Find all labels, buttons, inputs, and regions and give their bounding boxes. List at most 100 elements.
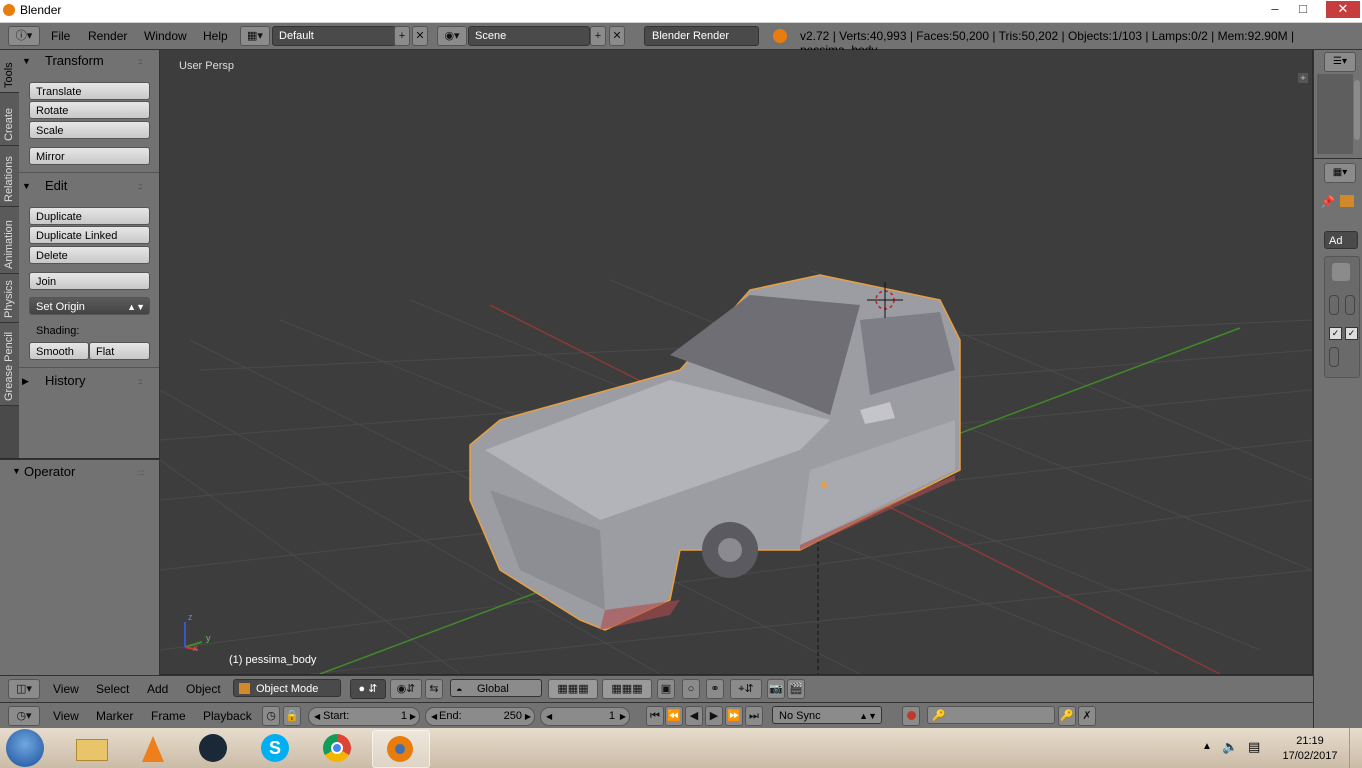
skype-icon[interactable]: S xyxy=(248,730,304,766)
tab-tools[interactable]: Tools xyxy=(0,50,19,93)
decrement-icon[interactable]: ◀ xyxy=(314,708,320,725)
screen-layout-icon[interactable]: ▦▾ xyxy=(240,26,270,46)
chrome-icon[interactable] xyxy=(310,730,366,766)
manipulator-icon[interactable]: ⇆ xyxy=(425,679,443,699)
preview-range-icon[interactable]: ◷ xyxy=(262,706,280,726)
pin-icon[interactable]: 📌 xyxy=(1320,195,1335,209)
edit-panel-title[interactable]: Edit xyxy=(45,178,67,193)
system-clock[interactable]: 21:19 17/02/2017 xyxy=(1280,734,1340,764)
render-engine-dropdown[interactable]: Blender Render xyxy=(644,26,759,46)
menu-view[interactable]: View xyxy=(53,682,79,696)
menu-window[interactable]: Window xyxy=(144,29,187,43)
menu-add[interactable]: Add xyxy=(147,682,168,696)
menu-frame[interactable]: Frame xyxy=(151,709,186,723)
play-reverse-icon[interactable]: ◀ xyxy=(685,706,703,726)
region-toggle-icon[interactable]: + xyxy=(1298,73,1308,83)
rotate-button[interactable]: Rotate xyxy=(29,101,150,119)
snap-element-icon[interactable]: ⌖⇵ xyxy=(730,679,762,699)
add-modifier-dropdown[interactable]: Ad xyxy=(1324,231,1358,249)
scene-icon[interactable]: ◉▾ xyxy=(437,26,467,46)
lock-icon[interactable]: 🔒 xyxy=(283,706,301,726)
scale-button[interactable]: Scale xyxy=(29,121,150,139)
panel-grip-icon[interactable]: ::: xyxy=(138,182,143,191)
outliner-region[interactable] xyxy=(1317,74,1353,154)
increment-icon[interactable]: ▶ xyxy=(410,708,416,725)
duplicate-button[interactable]: Duplicate xyxy=(29,207,150,225)
render-animation-icon[interactable]: 🎬 xyxy=(787,679,805,699)
transform-panel-title[interactable]: Transform xyxy=(45,53,104,68)
panel-collapsed-icon[interactable]: ▶ xyxy=(22,376,29,387)
panel-expanded-icon[interactable]: ▼ xyxy=(22,181,31,191)
menu-select[interactable]: Select xyxy=(96,682,129,696)
add-scene-icon[interactable]: + xyxy=(590,26,606,46)
toggle-left[interactable] xyxy=(1329,295,1339,315)
editor-type-3dview-icon[interactable]: ◫▾ xyxy=(8,679,40,699)
increment-icon[interactable]: ▶ xyxy=(525,708,531,725)
menu-help[interactable]: Help xyxy=(203,29,228,43)
file-explorer-icon[interactable] xyxy=(62,730,118,766)
tab-relations[interactable]: Relations xyxy=(0,146,19,207)
checkbox-icon[interactable]: ✓ xyxy=(1345,327,1358,340)
prev-keyframe-icon[interactable]: ⏪ xyxy=(665,706,683,726)
render-opengl-icon[interactable]: 📷 xyxy=(767,679,785,699)
properties-type-icon[interactable]: ▦▾ xyxy=(1324,163,1356,183)
add-screen-icon[interactable]: + xyxy=(394,26,410,46)
steam-icon[interactable] xyxy=(186,730,242,766)
menu-marker[interactable]: Marker xyxy=(96,709,133,723)
volume-icon[interactable]: 🔈 xyxy=(1222,739,1238,755)
layer-buttons-2[interactable]: ▦▦▦ xyxy=(602,679,652,699)
network-icon[interactable]: ▤ xyxy=(1248,739,1260,755)
set-origin-dropdown[interactable]: Set Origin ▲▼ xyxy=(29,297,150,315)
keying-set-field[interactable]: 🔑 xyxy=(927,706,1055,724)
remove-screen-icon[interactable]: ✕ xyxy=(412,26,428,46)
play-icon[interactable]: ▶ xyxy=(705,706,723,726)
jump-start-icon[interactable]: ⏮ xyxy=(646,706,664,726)
car-body-mesh[interactable] xyxy=(469,274,961,631)
operator-panel-title[interactable]: Operator xyxy=(24,464,75,479)
start-frame-field[interactable]: ◀ Start: 1 ▶ xyxy=(308,707,420,726)
panel-grip-icon[interactable]: ::: xyxy=(138,468,145,477)
sync-mode-dropdown[interactable]: No Sync ▲▼ xyxy=(772,706,882,724)
snap-icon[interactable]: ⚭ xyxy=(706,679,724,699)
menu-render[interactable]: Render xyxy=(88,29,127,43)
mode-dropdown[interactable]: Object Mode xyxy=(233,679,341,697)
end-frame-field[interactable]: ◀ End: 250 ▶ xyxy=(425,707,535,726)
translate-button[interactable]: Translate xyxy=(29,82,150,100)
record-icon[interactable] xyxy=(902,706,920,726)
editor-type-info-icon[interactable]: ⓘ▾ xyxy=(8,26,40,46)
viewport-shading-dropdown[interactable]: ● ⇵ xyxy=(350,679,386,699)
tab-create[interactable]: Create xyxy=(0,93,19,146)
tab-physics[interactable]: Physics xyxy=(0,274,19,323)
wrench-icon[interactable] xyxy=(1332,263,1350,281)
panel-grip-icon[interactable]: ::: xyxy=(138,377,143,386)
3d-viewport[interactable]: User Persp (1) pessima_body z y x + xyxy=(160,50,1312,674)
decrement-icon[interactable]: ◀ xyxy=(546,708,552,725)
duplicate-linked-button[interactable]: Duplicate Linked xyxy=(29,226,150,244)
next-keyframe-icon[interactable]: ⏩ xyxy=(725,706,743,726)
mirror-button[interactable]: Mirror xyxy=(29,147,150,165)
show-hidden-icons-icon[interactable]: ▲ xyxy=(1202,741,1212,752)
insert-keyframe-icon[interactable]: 🔑 xyxy=(1058,706,1076,726)
minimize-icon[interactable]: – xyxy=(1262,1,1288,18)
decrement-icon[interactable]: ◀ xyxy=(431,708,437,725)
maximize-icon[interactable]: □ xyxy=(1290,1,1316,18)
panel-expanded-icon[interactable]: ▼ xyxy=(22,56,31,66)
panel-expanded-icon[interactable]: ▼ xyxy=(12,466,21,476)
delete-button[interactable]: Delete xyxy=(29,246,150,264)
object-props-icon[interactable] xyxy=(1340,195,1354,207)
screen-layout-dropdown[interactable]: Default xyxy=(272,26,396,46)
menu-file[interactable]: File xyxy=(51,29,70,43)
tab-grease-pencil[interactable]: Grease Pencil xyxy=(0,323,19,406)
pivot-point-icon[interactable]: ◉⇵ xyxy=(390,679,422,699)
history-panel-title[interactable]: History xyxy=(45,373,85,388)
menu-object[interactable]: Object xyxy=(186,682,221,696)
current-frame-field[interactable]: ◀ 1 ▶ xyxy=(540,707,630,726)
start-button[interactable] xyxy=(6,729,44,767)
tab-animation[interactable]: Animation xyxy=(0,207,19,274)
delete-keyframe-icon[interactable]: ✗ xyxy=(1078,706,1096,726)
layer-buttons-1[interactable]: ▦▦▦ xyxy=(548,679,598,699)
jump-end-icon[interactable]: ⏭ xyxy=(745,706,763,726)
transform-orientation-dropdown[interactable]: ◓ Global xyxy=(450,679,542,697)
checkbox-icon[interactable]: ✓ xyxy=(1329,327,1342,340)
panel-grip-icon[interactable]: ::: xyxy=(138,57,143,66)
